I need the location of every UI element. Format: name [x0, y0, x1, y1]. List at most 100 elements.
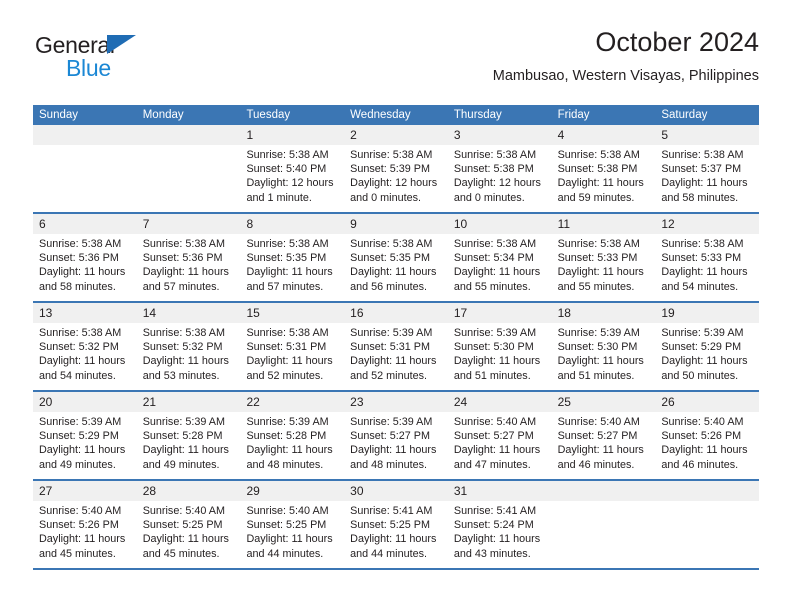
day-detail-line: Sunrise: 5:40 AM	[246, 505, 329, 517]
calendar-day-cell-18[interactable]: 18 Sunrise: 5:39 AM Sunset: 5:30 PM Dayligh…	[551, 303, 656, 390]
calendar-day-cell-23[interactable]: 23 Sunrise: 5:39 AM Sunset: 5:27 PM Dayligh…	[344, 392, 448, 479]
calendar-day-cell-29[interactable]: 29 Sunrise: 5:40 AM Sunset: 5:25 PM Dayligh…	[240, 481, 345, 568]
day-details: Sunrise: 5:38 AM Sunset: 5:36 PM Daylight:…	[33, 234, 137, 294]
day-details: Sunrise: 5:39 AM Sunset: 5:30 PM Daylight:…	[448, 323, 552, 383]
day-detail-line: Sunrise: 5:38 AM	[453, 238, 537, 250]
day-detail-line: and 45 minutes.	[142, 547, 220, 560]
calendar-day-cell-21[interactable]: 21 Sunrise: 5:39 AM Sunset: 5:28 PM Dayligh…	[136, 392, 241, 479]
calendar-day-cell-31[interactable]: 31 Sunrise: 5:41 AM Sunset: 5:24 PM Dayligh…	[447, 481, 552, 568]
calendar-day-cell-28[interactable]: 28 Sunrise: 5:40 AM Sunset: 5:25 PM Dayligh…	[136, 481, 241, 568]
calendar-day-cell-1[interactable]: 1 Sunrise: 5:38 AM Sunset: 5:40 PM Daylight…	[240, 125, 345, 212]
day-detail-line: Sunrise: 5:41 AM	[453, 505, 537, 517]
calendar-day-cell-11[interactable]: 11 Sunrise: 5:38 AM Sunset: 5:33 PM Dayligh…	[551, 214, 656, 301]
calendar-day-cell-27[interactable]: 27 Sunrise: 5:40 AM Sunset: 5:26 PM Dayligh…	[33, 481, 137, 568]
calendar-day-cell-5[interactable]: 5 Sunrise: 5:38 AM Sunset: 5:37 PM Daylight…	[655, 125, 760, 212]
calendar-day-cell-3[interactable]: 3 Sunrise: 5:38 AM Sunset: 5:38 PM Daylight…	[447, 125, 552, 212]
day-number: 11	[551, 214, 656, 234]
day-detail-line: Sunset: 5:29 PM	[661, 341, 742, 354]
day-number: 8	[240, 214, 345, 234]
calendar-week-row: 27 Sunrise: 5:40 AM Sunset: 5:26 PM Dayligh…	[33, 481, 760, 570]
weekday-header-monday: Monday	[142, 109, 184, 121]
day-detail-line: Sunrise: 5:39 AM	[453, 327, 537, 339]
day-details: Sunrise: 5:38 AM Sunset: 5:38 PM Daylight:…	[448, 145, 552, 205]
day-number	[33, 125, 137, 145]
day-detail-line: and 0 minutes.	[350, 191, 421, 204]
calendar-day-cell-14[interactable]: 14 Sunrise: 5:38 AM Sunset: 5:32 PM Dayligh…	[136, 303, 241, 390]
calendar-day-cell-10[interactable]: 10 Sunrise: 5:38 AM Sunset: 5:34 PM Dayligh…	[447, 214, 552, 301]
day-detail-line: and 58 minutes.	[661, 191, 739, 204]
calendar-day-cell-12[interactable]: 12 Sunrise: 5:38 AM Sunset: 5:33 PM Dayligh…	[655, 214, 760, 301]
day-number	[655, 481, 760, 501]
calendar-day-cell-16[interactable]: 16 Sunrise: 5:39 AM Sunset: 5:31 PM Dayligh…	[344, 303, 448, 390]
calendar-day-cell-9[interactable]: 9 Sunrise: 5:38 AM Sunset: 5:35 PM Daylight…	[344, 214, 448, 301]
day-detail-line: and 48 minutes.	[246, 458, 324, 471]
calendar-day-cell-30[interactable]: 30 Sunrise: 5:41 AM Sunset: 5:25 PM Dayligh…	[344, 481, 448, 568]
day-number: 21	[136, 392, 241, 412]
day-detail-line: and 57 minutes.	[142, 280, 220, 293]
calendar-page: General Blue October 2024 Mambusao, West…	[0, 0, 792, 612]
calendar-day-cell-19[interactable]: 19 Sunrise: 5:39 AM Sunset: 5:29 PM Dayligh…	[655, 303, 760, 390]
day-detail-line: and 43 minutes.	[453, 547, 531, 560]
day-detail-line: Daylight: 11 hours	[557, 355, 644, 368]
day-detail-line: Daylight: 11 hours	[142, 266, 229, 279]
day-details: Sunrise: 5:40 AM Sunset: 5:25 PM Daylight:…	[240, 501, 344, 561]
general-blue-logo[interactable]: General Blue	[33, 32, 183, 88]
day-detail-line: Daylight: 11 hours	[557, 444, 644, 457]
weekday-header-wednesday: Wednesday	[350, 109, 411, 121]
day-detail-line: Sunset: 5:24 PM	[453, 519, 534, 532]
day-number: 13	[33, 303, 137, 323]
day-detail-line: Daylight: 11 hours	[661, 444, 748, 457]
day-detail-line: Sunrise: 5:38 AM	[142, 327, 225, 339]
calendar-day-cell-24[interactable]: 24 Sunrise: 5:40 AM Sunset: 5:27 PM Dayligh…	[447, 392, 552, 479]
day-number: 22	[240, 392, 345, 412]
calendar-day-cell-empty	[655, 481, 760, 568]
day-detail-line: Daylight: 11 hours	[246, 444, 333, 457]
day-detail-line: Sunrise: 5:39 AM	[557, 327, 640, 339]
day-detail-line: Sunset: 5:39 PM	[350, 163, 430, 176]
day-detail-line: Sunset: 5:27 PM	[453, 430, 534, 443]
calendar-day-cell-6[interactable]: 6 Sunrise: 5:38 AM Sunset: 5:36 PM Daylight…	[33, 214, 137, 301]
day-detail-line: Sunset: 5:25 PM	[246, 519, 327, 532]
day-detail-line: Sunset: 5:35 PM	[246, 252, 327, 265]
calendar-day-cell-15[interactable]: 15 Sunrise: 5:38 AM Sunset: 5:31 PM Dayligh…	[240, 303, 345, 390]
calendar-day-cell-8[interactable]: 8 Sunrise: 5:38 AM Sunset: 5:35 PM Daylight…	[240, 214, 345, 301]
day-detail-line: Sunrise: 5:40 AM	[453, 416, 537, 428]
calendar-day-cell-22[interactable]: 22 Sunrise: 5:39 AM Sunset: 5:28 PM Dayligh…	[240, 392, 345, 479]
day-detail-line: and 56 minutes.	[350, 280, 427, 293]
day-number: 24	[447, 392, 552, 412]
day-detail-line: Sunrise: 5:40 AM	[661, 416, 744, 428]
day-detail-line: and 46 minutes.	[557, 458, 635, 471]
day-detail-line: and 55 minutes.	[453, 280, 531, 293]
day-detail-line: Sunset: 5:36 PM	[142, 252, 223, 265]
calendar-day-cell-empty	[551, 481, 656, 568]
day-detail-line: Sunrise: 5:38 AM	[557, 149, 640, 161]
calendar-day-cell-17[interactable]: 17 Sunrise: 5:39 AM Sunset: 5:30 PM Dayligh…	[447, 303, 552, 390]
day-details: Sunrise: 5:38 AM Sunset: 5:38 PM Daylight:…	[552, 145, 656, 205]
day-detail-line: and 46 minutes.	[661, 458, 739, 471]
calendar-day-cell-13[interactable]: 13 Sunrise: 5:38 AM Sunset: 5:32 PM Dayligh…	[33, 303, 137, 390]
calendar-weeks: 1 Sunrise: 5:38 AM Sunset: 5:40 PM Daylight…	[33, 125, 760, 570]
day-detail-line: Sunrise: 5:40 AM	[557, 416, 640, 428]
calendar-day-cell-4[interactable]: 4 Sunrise: 5:38 AM Sunset: 5:38 PM Daylight…	[551, 125, 656, 212]
calendar-day-cell-20[interactable]: 20 Sunrise: 5:39 AM Sunset: 5:29 PM Dayligh…	[33, 392, 137, 479]
calendar-day-cell-26[interactable]: 26 Sunrise: 5:40 AM Sunset: 5:26 PM Dayligh…	[655, 392, 760, 479]
day-details: Sunrise: 5:39 AM Sunset: 5:30 PM Daylight:…	[552, 323, 656, 383]
day-detail-line: Daylight: 11 hours	[453, 444, 541, 457]
day-details: Sunrise: 5:41 AM Sunset: 5:24 PM Daylight:…	[448, 501, 552, 561]
calendar-day-cell-25[interactable]: 25 Sunrise: 5:40 AM Sunset: 5:27 PM Dayligh…	[551, 392, 656, 479]
day-detail-line: Sunset: 5:30 PM	[557, 341, 638, 354]
day-detail-line: and 51 minutes.	[453, 369, 531, 382]
calendar-week-row: 13 Sunrise: 5:38 AM Sunset: 5:32 PM Dayligh…	[33, 303, 760, 392]
calendar-day-cell-empty	[136, 125, 241, 212]
day-number: 31	[447, 481, 552, 501]
day-detail-line: Sunset: 5:29 PM	[39, 430, 119, 443]
day-detail-line: Daylight: 11 hours	[557, 266, 644, 279]
calendar-day-cell-2[interactable]: 2 Sunrise: 5:38 AM Sunset: 5:39 PM Daylight…	[344, 125, 448, 212]
day-details: Sunrise: 5:38 AM Sunset: 5:39 PM Daylight:…	[344, 145, 448, 205]
day-detail-line: Daylight: 11 hours	[557, 177, 644, 190]
day-detail-line: and 45 minutes.	[39, 547, 116, 560]
weekday-header-row: Sunday Monday Tuesday Wednesday Thursday Frid…	[33, 105, 759, 125]
day-detail-line: Sunrise: 5:38 AM	[39, 238, 122, 250]
calendar-grid: Sunday Monday Tuesday Wednesday Thursday Frid…	[33, 105, 760, 570]
calendar-day-cell-7[interactable]: 7 Sunrise: 5:38 AM Sunset: 5:36 PM Daylight…	[136, 214, 241, 301]
